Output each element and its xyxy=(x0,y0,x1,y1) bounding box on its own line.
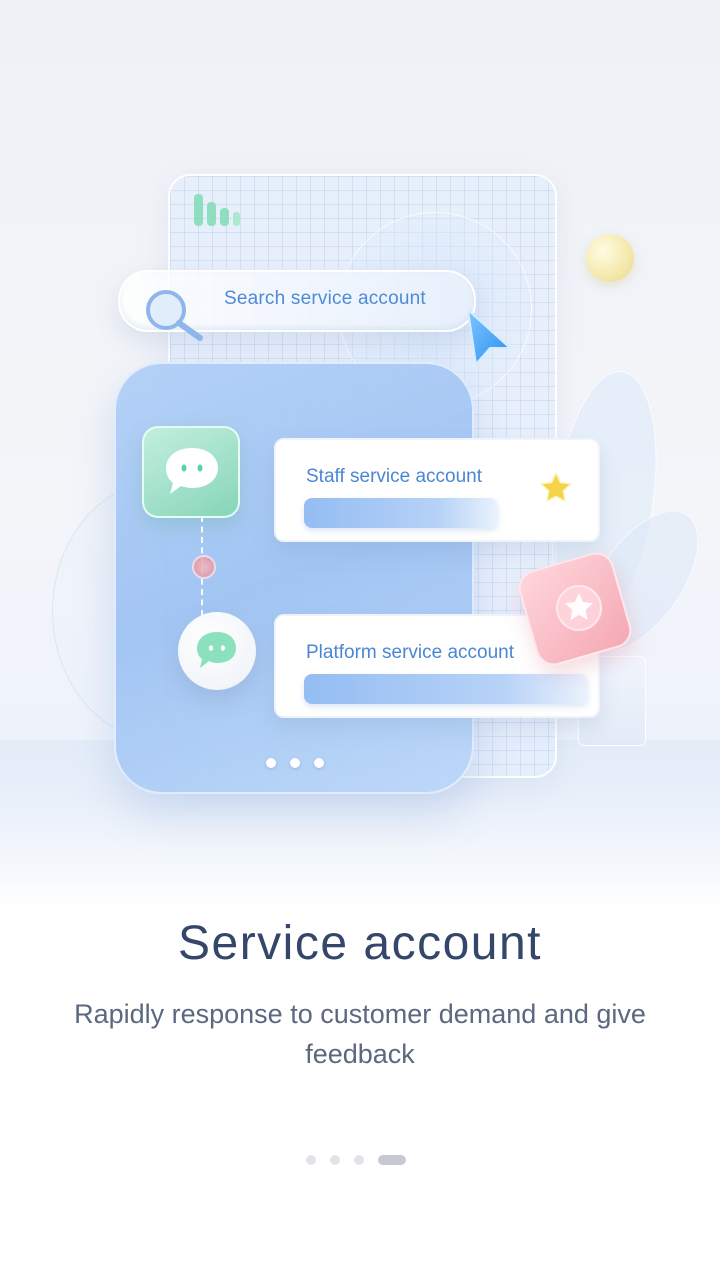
page-dot[interactable] xyxy=(330,1155,340,1165)
chat-bubble-icon xyxy=(197,632,236,668)
page-title: Service account xyxy=(177,917,542,970)
page-dot[interactable] xyxy=(306,1155,316,1165)
mini-dots xyxy=(264,756,328,770)
connector-dot xyxy=(192,555,216,579)
card-bar xyxy=(304,674,588,704)
card-title: Staff service account xyxy=(306,466,483,487)
star-icon xyxy=(540,472,572,503)
chat-bubble-icon xyxy=(166,448,218,494)
page-subtitle: Rapidly response to customer demand and … xyxy=(74,999,646,1069)
page-dot[interactable] xyxy=(378,1155,406,1165)
search-placeholder: Search service account xyxy=(224,288,426,309)
card-bar xyxy=(304,498,498,528)
page-dot[interactable] xyxy=(354,1155,364,1165)
search-icon xyxy=(146,290,203,341)
star-badge-icon xyxy=(556,585,602,631)
pagination-indicator xyxy=(306,1150,416,1170)
yellow-ball xyxy=(586,234,634,282)
bar-chart-icon xyxy=(194,194,240,226)
cursor-arrow-icon xyxy=(467,309,511,365)
card-title: Platform service account xyxy=(306,642,515,663)
onboarding-illustration: Search service account Staff service acc… xyxy=(0,0,720,900)
